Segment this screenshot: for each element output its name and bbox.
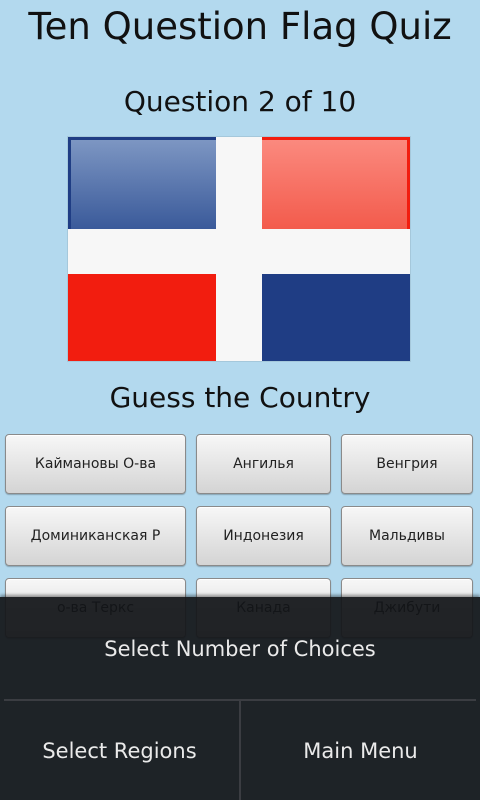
select-regions-menu-item[interactable]: Select Regions: [0, 701, 239, 800]
choice-button-2[interactable]: Ангилья: [196, 434, 331, 494]
select-number-of-choices-menu-item[interactable]: Select Number of Choices: [0, 597, 480, 700]
choice-button-3[interactable]: Венгрия: [341, 434, 473, 494]
choice-button-6[interactable]: Мальдивы: [341, 506, 473, 566]
choice-button-5[interactable]: Индонезия: [196, 506, 331, 566]
main-menu-menu-item[interactable]: Main Menu: [241, 701, 480, 800]
choice-button-1[interactable]: Каймановы О-ва: [5, 434, 186, 494]
choice-button-4[interactable]: Доминиканская Р: [5, 506, 186, 566]
options-menu: Select Number of Choices Select Regions …: [0, 597, 480, 800]
